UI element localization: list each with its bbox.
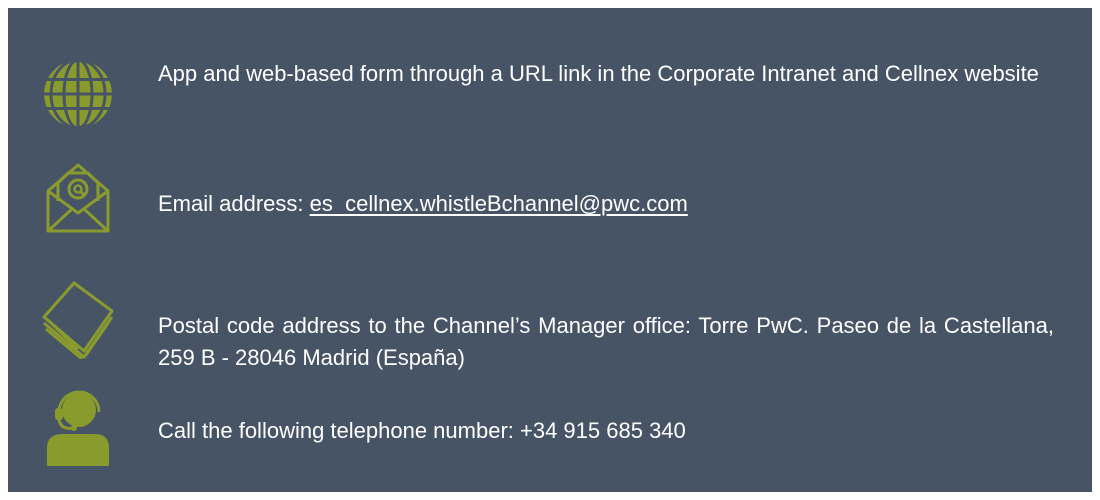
email-envelope-icon xyxy=(36,158,120,238)
call-center-headset-icon xyxy=(36,386,120,466)
globe-icon xyxy=(36,54,120,134)
postal-channel-text: Postal code address to the Channel’s Man… xyxy=(158,313,1054,370)
email-link[interactable]: es_cellnex.whistleBchannel@pwc.com xyxy=(310,191,688,216)
email-channel-text: Email address: es_cellnex.whistleBchanne… xyxy=(158,188,1054,220)
letters-stack-icon xyxy=(36,276,120,360)
web-form-channel-text: App and web-based form through a URL lin… xyxy=(158,61,1039,86)
phone-channel-text: Call the following telephone number: +34… xyxy=(158,418,686,443)
email-label: Email address: xyxy=(158,191,310,216)
whistleblower-channels-panel: App and web-based form through a URL lin… xyxy=(8,8,1092,492)
